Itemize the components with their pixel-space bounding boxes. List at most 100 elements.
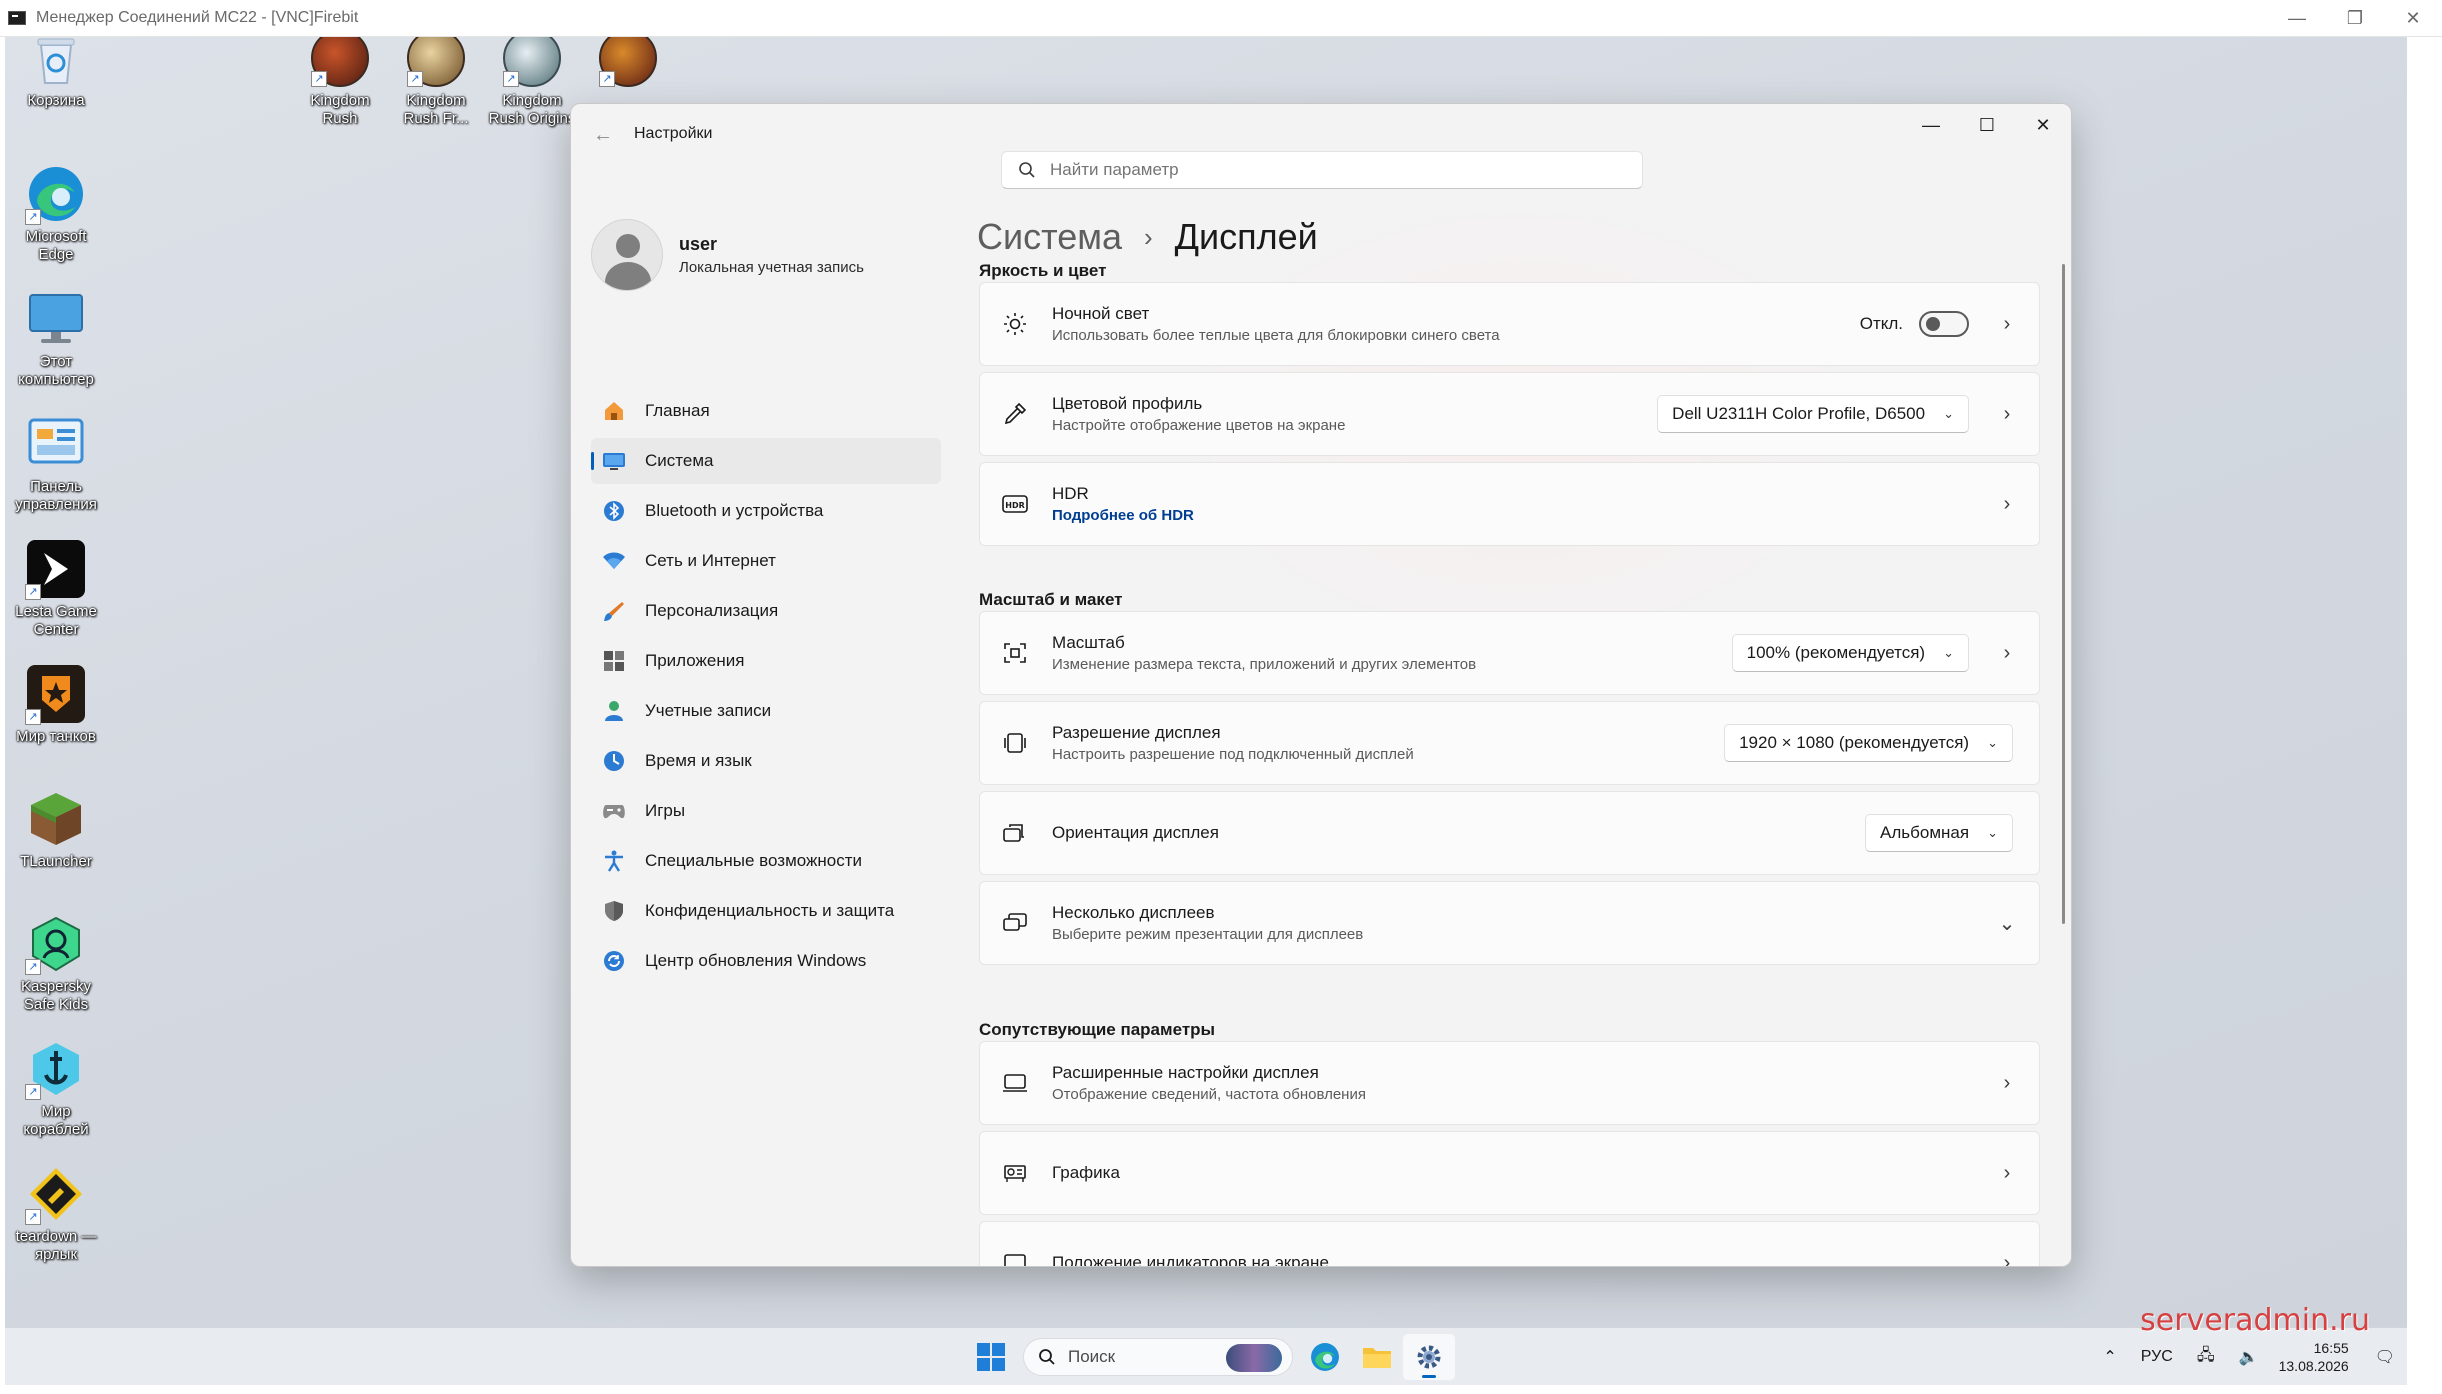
desktop-icon-label: Этот компьютер [18,353,94,388]
nav-label: Приложения [645,651,745,670]
tlauncher-icon [27,790,85,848]
settings-maximize-button[interactable]: ☐ [1959,104,2015,146]
multiple-displays-icon [1000,908,1030,938]
night-light-toggle[interactable] [1919,311,1969,337]
nav-label: Учетные записи [645,701,772,720]
scale-dropdown[interactable]: 100% (рекомендуется) ⌄ [1731,634,1969,672]
orientation-card[interactable]: Ориентация дисплея Альбомная ⌄ [979,791,2040,875]
clock-date: 13.08.2026 [2278,1358,2349,1374]
desktop-icon-kingdom-rush-vengeance[interactable]: ↗ [580,37,676,92]
multiple-displays-description: Выберите режим презентации для дисплеев [1052,926,1364,943]
nav-label: Персонализация [645,601,779,620]
desktop-icon-kaspersky[interactable]: ↗ Kaspersky Safe Kids [8,915,104,1014]
desktop-icon-recycle-bin[interactable]: Корзина [8,37,104,110]
taskbar-search[interactable]: Поиск [1023,1338,1293,1376]
taskbar-settings-button[interactable] [1403,1334,1455,1380]
search-input[interactable] [1050,160,1610,180]
scrollbar[interactable] [2062,264,2065,924]
nav-label: Сеть и Интернет [645,551,776,570]
night-light-state: Откл. [1859,314,1903,333]
desktop-icon-tlauncher[interactable]: TLauncher [8,790,104,871]
edge-icon [1311,1343,1339,1371]
settings-search[interactable] [1001,151,1643,189]
desktop-icon-tanks[interactable]: ↗ Мир танков [8,665,104,746]
input-language[interactable]: РУС [2141,1348,2173,1366]
nav-item-system[interactable]: Система [591,438,941,484]
settings-minimize-button[interactable]: — [1903,104,1959,146]
clock[interactable]: 16:55 13.08.2026 [2279,1339,2349,1375]
settings-window: ← Настройки — ☐ ✕ user Локальная учетная… [570,103,2072,1267]
nav-item-apps[interactable]: Приложения [591,638,941,684]
resolution-icon [1000,728,1030,758]
settings-close-button[interactable]: ✕ [2015,104,2071,146]
graphics-card[interactable]: Графика › [979,1131,2040,1215]
remote-manager-titlebar: Менеджер Соединений MC22 - [VNC]Firebit … [0,0,2442,37]
bottom-frame [0,1385,2442,1394]
notifications-icon[interactable]: 🗨 [2375,1347,2395,1367]
nav-item-accessibility[interactable]: Специальные возможности [591,838,941,884]
desktop-icon-lesta[interactable]: ↗ Lesta Game Center [8,540,104,639]
hdr-card[interactable]: HDR HDR Подробнее об HDR › [979,462,2040,546]
desktop-icon-label: Microsoft Edge [25,228,87,263]
advanced-display-card[interactable]: Расширенные настройки дисплея Отображени… [979,1041,2040,1125]
volume-icon[interactable]: 🔈 [2239,1347,2259,1367]
desktop-icon-control-panel[interactable]: Панель управления [8,415,104,514]
nav-item-accounts[interactable]: Учетные записи [591,688,941,734]
nav-item-network[interactable]: Сеть и Интернет [591,538,941,584]
desktop-icon-this-pc[interactable]: Этот компьютер [8,290,104,389]
taskbar: Поиск ⌃ РУС 🖧 🔈 16:55 13.08.2026 🗨 [5,1327,2407,1385]
nav-item-privacy[interactable]: Конфиденциальность и защита [591,888,941,934]
chevron-down-icon: ⌄ [1987,735,1998,750]
resolution-dropdown[interactable]: 1920 × 1080 (рекомендуется) ⌄ [1724,724,2013,762]
search-icon [1039,1349,1055,1365]
nav-item-gaming[interactable]: Игры [591,788,941,834]
user-profile[interactable]: user Локальная учетная запись [591,219,864,291]
desktop-icon-label: TLauncher [20,853,92,870]
color-profile-dropdown[interactable]: Dell U2311H Color Profile, D6500 ⌄ [1657,395,1969,433]
breadcrumb-parent[interactable]: Система [977,216,1122,258]
taskbar-edge-button[interactable] [1299,1334,1351,1380]
shield-icon [601,899,627,923]
scale-description: Изменение размера текста, приложений и д… [1052,656,1477,673]
scale-card[interactable]: Масштаб Изменение размера текста, прилож… [979,611,2040,695]
orientation-dropdown[interactable]: Альбомная ⌄ [1865,814,2013,852]
nav-item-windows-update[interactable]: Центр обновления Windows [591,938,941,984]
time-language-icon [601,749,627,773]
restore-button[interactable]: ❐ [2326,0,2384,37]
nav-item-personalization[interactable]: Персонализация [591,588,941,634]
hdr-learn-more-link[interactable]: Подробнее об HDR [1052,507,1995,524]
desktop-icon-label: Мир кораблей [23,1103,89,1138]
gear-icon [1417,1345,1441,1369]
desktop-icon-kingdom-rush[interactable]: ↗ Kingdom Rush [292,37,388,128]
chevron-up-icon[interactable]: ⌃ [2103,1347,2116,1367]
search-icon [1019,162,1035,178]
minimize-button[interactable]: — [2268,0,2326,37]
section-title-related: Сопутствующие параметры [979,1020,1216,1039]
resolution-card[interactable]: Разрешение дисплея Настроить разрешение … [979,701,2040,785]
remote-window-controls: — ❐ ✕ [2268,0,2442,37]
close-button[interactable]: ✕ [2384,0,2442,37]
taskbar-explorer-button[interactable] [1351,1334,1403,1380]
start-button[interactable] [965,1334,1017,1380]
desktop-icon-label: Lesta Game Center [15,603,97,638]
desktop-icon-label: Kingdom Rush [310,92,370,127]
night-light-card[interactable]: Ночной свет Использовать более теплые цв… [979,282,2040,366]
desktop-icon-edge[interactable]: ↗ Microsoft Edge [8,165,104,264]
desktop-icon-kingdom-rush-frontiers[interactable]: ↗ Kingdom Rush Fr... [388,37,484,128]
taskbar-center: Поиск [965,1334,1455,1380]
network-icon[interactable]: 🖧 [2197,1344,2215,1371]
nav-item-home[interactable]: Главная [591,388,941,434]
multiple-displays-card[interactable]: Несколько дисплеев Выберите режим презен… [979,881,2040,965]
color-profile-card[interactable]: Цветовой профиль Настройте отображение ц… [979,372,2040,456]
indicators-position-card[interactable]: Положение индикаторов на экране › [979,1221,2040,1266]
desktop-icon-teardown[interactable]: ↗ teardown — ярлык [8,1165,104,1264]
nav-item-time-language[interactable]: Время и язык [591,738,941,784]
back-button[interactable]: ← [587,120,619,150]
desktop-icon-label: Kaspersky Safe Kids [20,978,92,1013]
color-profile-value: Dell U2311H Color Profile, D6500 [1672,404,1926,423]
accounts-icon [601,699,627,723]
desktop-icon-ships[interactable]: ↗ Мир кораблей [8,1040,104,1139]
nav-item-bluetooth[interactable]: Bluetooth и устройства [591,488,941,534]
control-panel-icon [27,415,85,473]
desktop-icon-kingdom-rush-origins[interactable]: ↗ Kingdom Rush Origins [484,37,580,128]
